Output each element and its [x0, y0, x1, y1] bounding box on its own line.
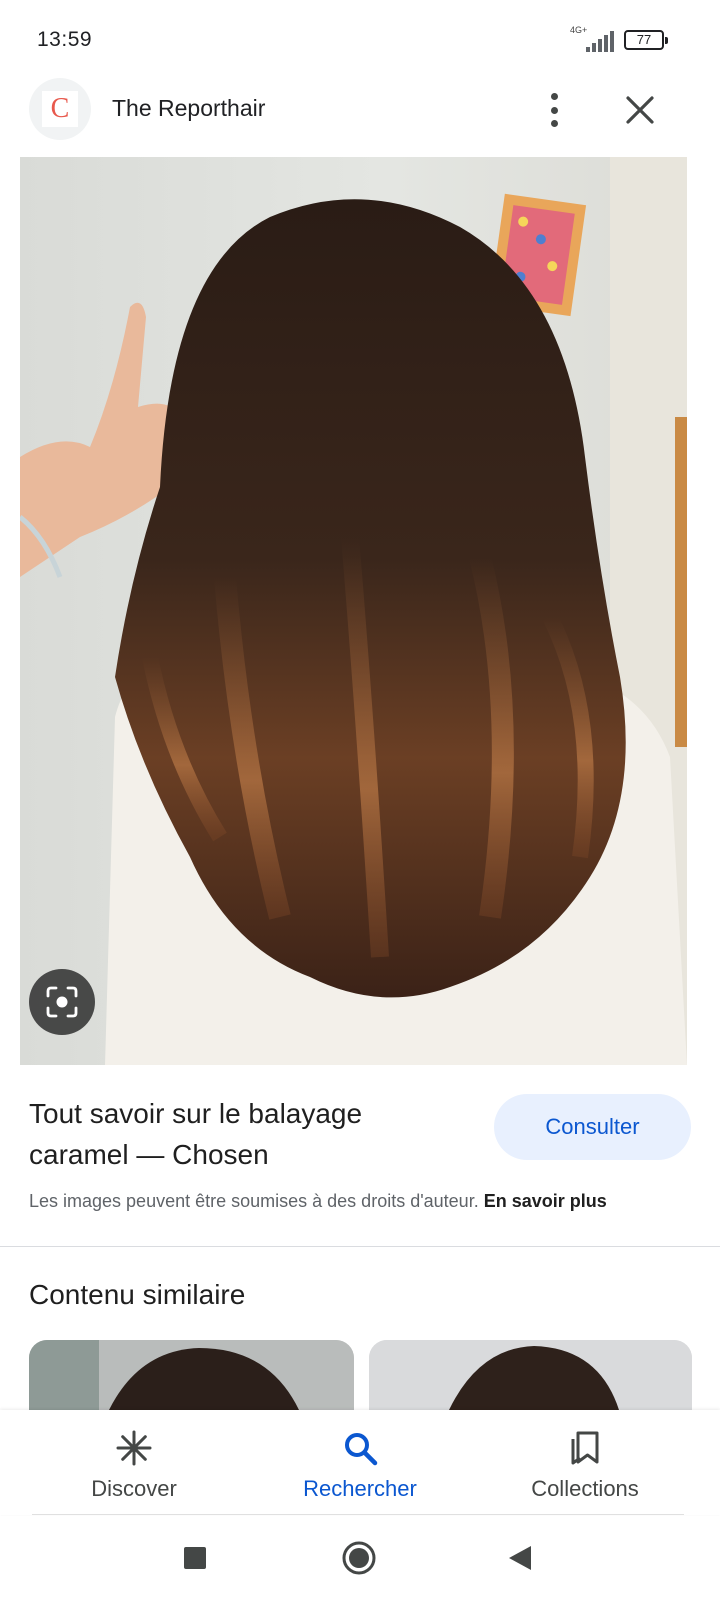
result-title[interactable]: Tout savoir sur le balayage caramel — Ch… [29, 1093, 449, 1175]
battery-level: 77 [636, 32, 652, 47]
visit-button[interactable]: Consulter [494, 1094, 691, 1160]
search-icon [340, 1428, 380, 1468]
hair-photo [20, 157, 687, 1065]
similar-content-title: Contenu similaire [29, 1279, 246, 1310]
collections-bookmark-icon [565, 1428, 605, 1468]
close-icon[interactable] [620, 90, 660, 130]
copyright-notice: Les images peuvent être soumises à des d… [29, 1191, 607, 1212]
nav-label: Rechercher [303, 1476, 417, 1501]
battery-icon: 77 [624, 30, 668, 50]
lens-search-icon[interactable] [29, 969, 95, 1035]
site-logo[interactable]: C [29, 78, 91, 140]
square-icon[interactable] [183, 1546, 207, 1570]
status-time: 13:59 [37, 28, 93, 51]
system-navigation-bar [0, 1516, 720, 1600]
signal-icon: 4G+ [570, 25, 614, 52]
bottom-navigation: Discover Rechercher Collections [0, 1410, 720, 1515]
similar-thumbnail[interactable] [29, 1340, 354, 1410]
more-vert-icon[interactable] [540, 90, 568, 130]
network-type: 4G+ [570, 25, 588, 35]
site-logo-letter: C [50, 93, 70, 124]
nav-search[interactable]: Rechercher [270, 1428, 450, 1502]
divider [32, 1514, 684, 1515]
source-header: C The Reporthair [0, 78, 720, 156]
nav-discover[interactable]: Discover [44, 1428, 224, 1502]
nav-label: Collections [531, 1476, 639, 1501]
triangle-back-icon[interactable] [507, 1544, 533, 1572]
similar-thumbnail[interactable] [369, 1340, 692, 1410]
circle-icon[interactable] [341, 1540, 377, 1576]
site-name[interactable]: The Reporthair [112, 95, 265, 122]
copyright-text: Les images peuvent être soumises à des d… [29, 1191, 479, 1211]
status-bar: 13:59 4G+ 77 [0, 0, 720, 80]
asterisk-icon [114, 1428, 154, 1468]
result-image[interactable] [20, 157, 687, 1065]
nav-collections[interactable]: Collections [495, 1428, 675, 1502]
nav-label: Discover [91, 1476, 177, 1501]
divider [0, 1246, 720, 1247]
learn-more-link[interactable]: En savoir plus [484, 1191, 607, 1211]
status-icons: 4G+ 77 [570, 25, 668, 52]
